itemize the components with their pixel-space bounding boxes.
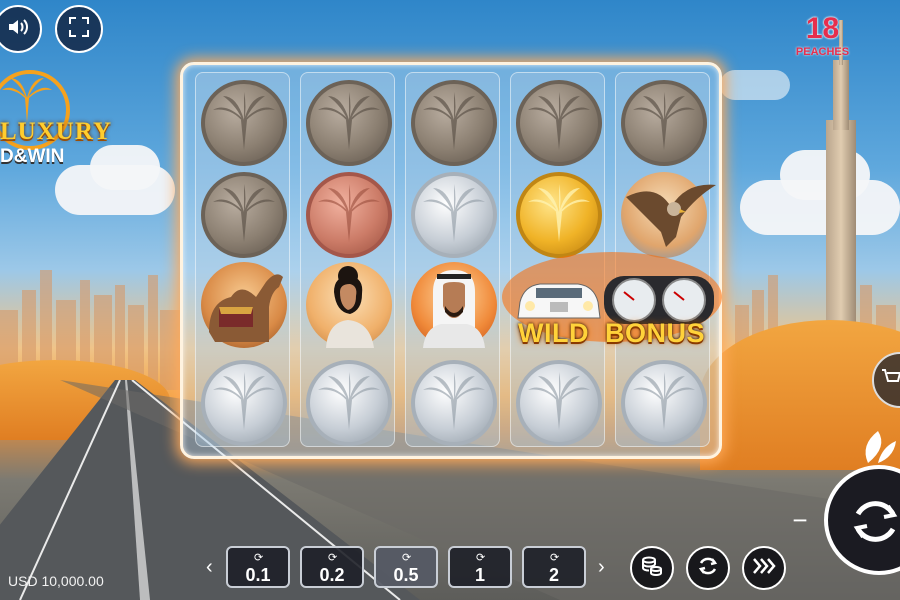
chevron-left-icon: ‹ — [206, 556, 213, 578]
bet-settings-button[interactable] — [630, 546, 674, 590]
symbol-camel — [201, 262, 287, 348]
symbol-bronze-coin — [621, 80, 707, 166]
bet-option-button-selected[interactable]: ⟳ 0.5 — [374, 546, 438, 588]
symbol-bronze-coin — [201, 172, 287, 258]
symbol-sheikh — [411, 262, 497, 348]
tower — [826, 120, 856, 340]
refresh-icon: ⟳ — [476, 552, 486, 564]
refresh-icon: ⟳ — [550, 552, 560, 564]
symbol-bronze-coin — [306, 80, 392, 166]
minus-bet-button[interactable]: − — [785, 505, 815, 535]
symbol-silver-coin — [411, 172, 497, 258]
bet-option-button[interactable]: ⟳ 1 — [448, 546, 512, 588]
turbo-button[interactable] — [742, 546, 786, 590]
logo-title: LUXURY — [0, 118, 113, 145]
bet-option-button[interactable]: ⟳ 0.1 — [226, 546, 290, 588]
bet-value: 1 — [474, 565, 485, 585]
symbol-woman — [306, 262, 392, 348]
game-logo: LUXURY D&WIN — [0, 70, 120, 170]
bet-value: 2 — [548, 565, 559, 585]
brand-logo: 18 PEACHES — [795, 12, 850, 68]
brand-name: PEACHES — [795, 46, 850, 58]
fullscreen-icon — [68, 16, 90, 43]
speaker-icon — [6, 15, 30, 44]
balance-display: USD 10,000.00 — [8, 573, 104, 589]
cloud — [720, 70, 790, 100]
woman-icon — [326, 266, 374, 348]
wild-label: WILD — [518, 318, 589, 348]
symbol-silver-coin — [201, 360, 287, 446]
bet-value: 0.5 — [393, 565, 419, 585]
refresh-icon: ⟳ — [402, 552, 412, 564]
symbol-copper-coin — [306, 172, 392, 258]
symbol-bronze-coin — [201, 80, 287, 166]
minus-label: − — [792, 505, 808, 535]
camel-icon — [209, 274, 283, 342]
bet-value: 0.2 — [319, 565, 345, 585]
autoplay-icon — [696, 554, 720, 583]
peach-leaf-icon — [865, 431, 896, 463]
refresh-icon: ⟳ — [254, 552, 264, 564]
bet-value: 0.1 — [245, 565, 271, 585]
symbol-silver-coin — [516, 360, 602, 446]
tower — [833, 60, 849, 130]
cloud — [780, 150, 870, 200]
symbol-bronze-coin — [411, 80, 497, 166]
coin-stack-icon — [640, 554, 664, 583]
bet-option-button[interactable]: ⟳ 0.2 — [300, 546, 364, 588]
refresh-icon: ⟳ — [328, 552, 338, 564]
symbol-silver-coin — [306, 360, 392, 446]
chevron-right-icon: › — [598, 556, 605, 578]
turbo-icon — [751, 556, 777, 581]
symbol-silver-coin — [411, 360, 497, 446]
symbol-bronze-coin — [516, 80, 602, 166]
bonus-label: BONUS — [605, 318, 706, 348]
fullscreen-button[interactable] — [55, 5, 103, 53]
sheikh-icon — [423, 270, 485, 348]
cart-icon — [881, 368, 900, 393]
bet-scroll-left-button[interactable]: ‹ — [206, 556, 213, 579]
bet-option-button[interactable]: ⟳ 2 — [522, 546, 586, 588]
bet-scroll-right-button[interactable]: › — [598, 556, 605, 579]
symbol-silver-coin — [621, 360, 707, 446]
autoplay-button[interactable] — [686, 546, 730, 590]
brand-number: 18 — [805, 12, 840, 45]
logo-subtitle: D&WIN — [0, 146, 65, 167]
